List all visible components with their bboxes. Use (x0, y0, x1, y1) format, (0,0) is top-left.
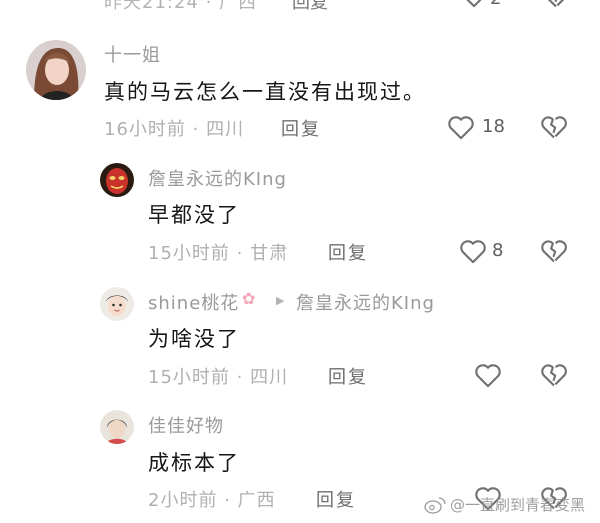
comment-author[interactable]: 佳佳好物 (148, 412, 224, 438)
reply-button[interactable]: 回复 (316, 486, 356, 512)
comment-location: 四川 (206, 119, 245, 140)
triangle-right-icon: ▶ (276, 294, 285, 307)
comment-text: 为啥没了 (148, 327, 240, 351)
avatar-person-icon (100, 410, 134, 444)
avatar-photo-icon (26, 40, 86, 100)
cherry-blossom-icon: ✿ (242, 289, 256, 308)
comment-location: 甘肃 (250, 243, 289, 264)
comment-location: 广西 (237, 490, 276, 511)
comment-location: 四川 (250, 367, 289, 388)
heart-outline-icon[interactable] (459, 238, 487, 264)
comment-meta: 15小时前 · 甘肃 (148, 239, 288, 265)
comment-author[interactable]: 詹皇永远的KIng (148, 165, 287, 191)
comment-text: 早都没了 (148, 203, 240, 227)
heart-outline-icon[interactable] (474, 362, 502, 388)
like-count: 18 (482, 116, 505, 137)
previous-like-count: 2 (490, 0, 501, 9)
avatar[interactable] (100, 163, 134, 197)
broken-heart-icon[interactable] (540, 237, 568, 265)
separator-dot: · (224, 490, 231, 511)
reply-to-author[interactable]: 詹皇永远的KIng (296, 289, 435, 315)
avatar[interactable] (100, 410, 134, 444)
broken-heart-icon[interactable] (542, 0, 570, 10)
comment-time: 2小时前 (148, 490, 218, 511)
weibo-logo-icon (424, 497, 446, 514)
avatar-child-icon (100, 287, 134, 321)
like-count: 8 (492, 240, 504, 261)
comment-meta: 2小时前 · 广西 (148, 486, 276, 512)
avatar-mask-icon (100, 163, 134, 197)
previous-reply-button[interactable]: 回复 (292, 0, 328, 14)
separator-dot: · (236, 243, 244, 264)
comment-time: 15小时前 (148, 367, 230, 388)
comment-meta: 16小时前 · 四川 (104, 115, 244, 141)
comment-meta: 15小时前 · 四川 (148, 363, 288, 389)
previous-comment-meta: 昨天21:24 · 广西 (104, 0, 258, 13)
reply-button[interactable]: 回复 (328, 239, 368, 265)
broken-heart-icon[interactable] (540, 361, 568, 389)
separator-dot: · (236, 367, 244, 388)
heart-outline-icon[interactable] (447, 114, 475, 140)
separator-dot: · (192, 119, 200, 140)
avatar[interactable] (100, 287, 134, 321)
reply-button[interactable]: 回复 (328, 363, 368, 389)
comment-author[interactable]: 十一姐 (104, 41, 161, 67)
avatar[interactable] (26, 40, 86, 100)
broken-heart-icon[interactable] (540, 113, 568, 141)
comment-text: 成标本了 (148, 451, 240, 475)
comment-text: 真的马云怎么一直没有出现过。 (104, 80, 426, 104)
comment-time: 16小时前 (104, 119, 186, 140)
watermark-text: @一直刷到青春变黑 (450, 496, 586, 514)
previous-comment-partial: 昨天21:24 · 广西 回复 2 (0, 0, 600, 14)
comment-author[interactable]: shine桃花 (148, 289, 239, 315)
comment-time: 15小时前 (148, 243, 230, 264)
reply-button[interactable]: 回复 (281, 115, 321, 141)
heart-outline-icon[interactable] (460, 0, 488, 8)
